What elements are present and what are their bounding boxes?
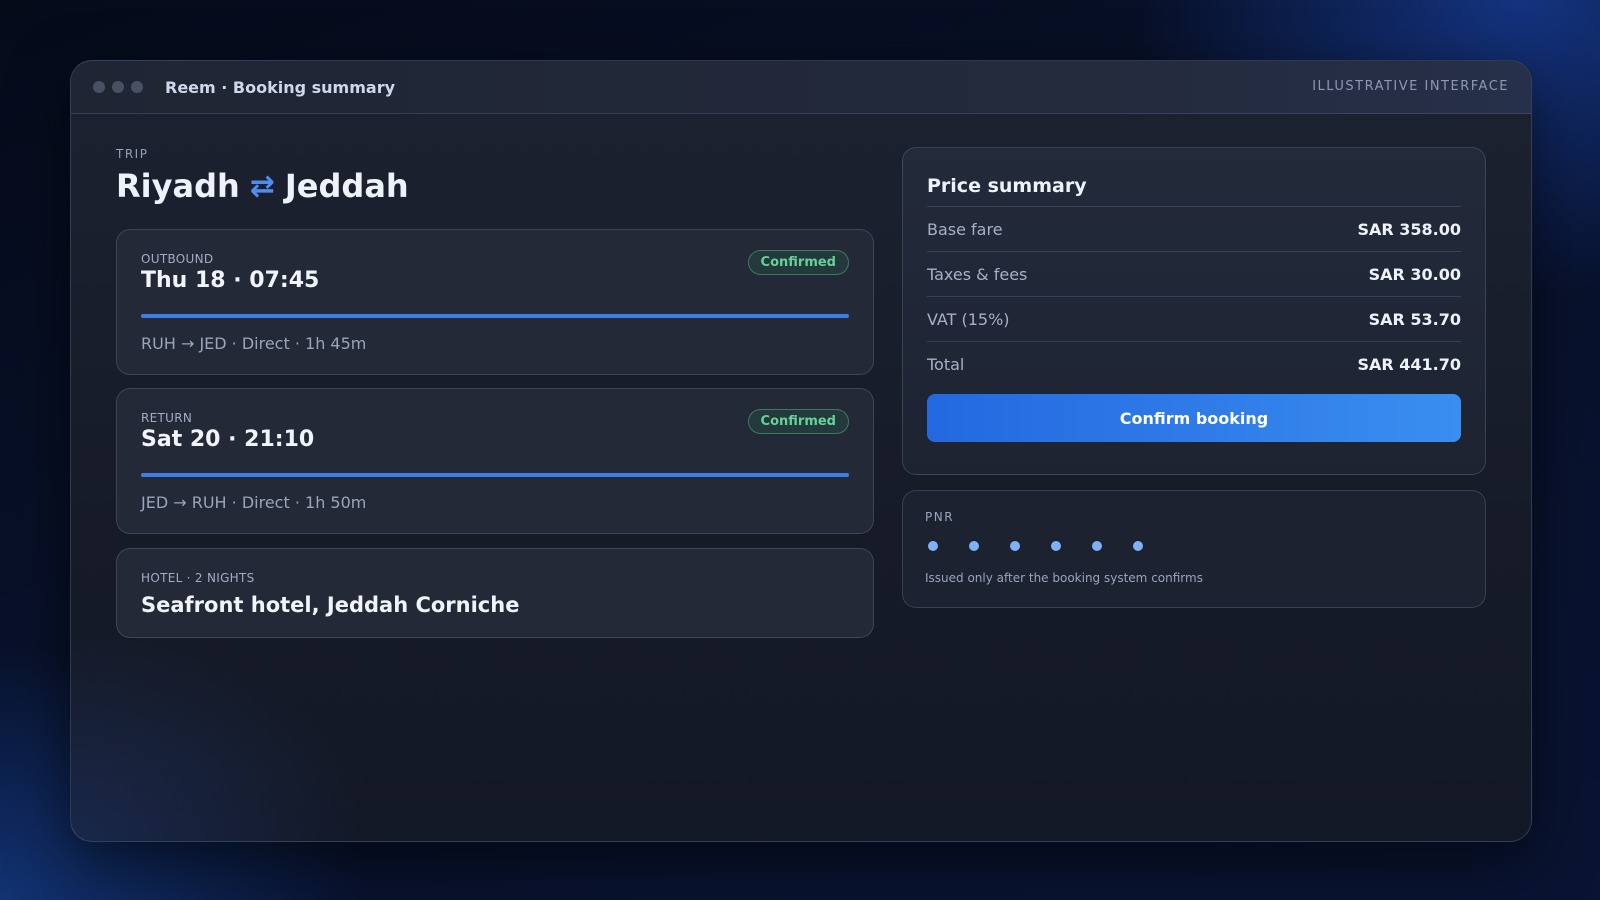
price-label: VAT (15%) (927, 309, 1010, 329)
price-value: SAR 441.70 (1357, 354, 1461, 374)
flight-progress-fill (141, 473, 849, 477)
return-flight-card[interactable]: RETURN Sat 20 · 21:10 Confirmed JED → RU… (116, 388, 874, 534)
price-rows: Base fare SAR 358.00 Taxes & fees SAR 30… (927, 206, 1461, 386)
flight-datetime: Thu 18 · 07:45 (141, 268, 320, 293)
price-row-taxes: Taxes & fees SAR 30.00 (927, 251, 1461, 296)
price-row-vat: VAT (15%) SAR 53.70 (927, 296, 1461, 341)
window-title: Reem · Booking summary (165, 77, 396, 97)
swap-arrows-icon: ⇄ (249, 168, 275, 204)
price-label: Base fare (927, 219, 1003, 239)
flight-progress-track (141, 473, 849, 477)
pnr-mask-dot (1092, 541, 1102, 551)
status-badge: Confirmed (747, 250, 849, 275)
trip-title: Riyadh ⇄ Jeddah (116, 167, 409, 205)
price-row-base-fare: Base fare SAR 358.00 (927, 206, 1461, 251)
flight-route: JED → RUH · Direct · 1h 50m (141, 493, 367, 512)
flight-progress-fill (141, 314, 849, 318)
price-value: SAR 53.70 (1368, 309, 1461, 329)
pnr-mask-dot (1133, 541, 1143, 551)
window-maximize-dot[interactable] (131, 81, 143, 93)
pnr-mask-dot (1051, 541, 1061, 551)
price-label: Taxes & fees (927, 264, 1028, 284)
hotel-card[interactable]: HOTEL · 2 NIGHTS Seafront hotel, Jeddah … (116, 548, 874, 638)
price-value: SAR 358.00 (1357, 219, 1461, 239)
price-row-total: Total SAR 441.70 (927, 341, 1461, 386)
hotel-name: Seafront hotel, Jeddah Corniche (141, 593, 520, 617)
window-close-dot[interactable] (93, 81, 105, 93)
hotel-kicker: HOTEL · 2 NIGHTS (141, 571, 255, 585)
window-controls (93, 81, 143, 93)
pnr-mask-dot (928, 541, 938, 551)
pnr-label: PNR (925, 510, 955, 524)
pnr-masked-code (928, 541, 1143, 551)
booking-window: Reem · Booking summary ILLUSTRATIVE INTE… (70, 60, 1532, 842)
pnr-note: Issued only after the booking system con… (925, 571, 1203, 585)
price-value: SAR 30.00 (1368, 264, 1461, 284)
title-bar: Reem · Booking summary ILLUSTRATIVE INTE… (71, 61, 1531, 114)
flight-kicker: OUTBOUND (141, 252, 214, 266)
flight-progress-track (141, 314, 849, 318)
confirm-booking-button[interactable]: Confirm booking (927, 394, 1461, 442)
pnr-panel: PNR Issued only after the booking system… (902, 490, 1486, 608)
pnr-mask-dot (969, 541, 979, 551)
flight-route: RUH → JED · Direct · 1h 45m (141, 334, 367, 353)
illustrative-tag: ILLUSTRATIVE INTERFACE (1312, 79, 1509, 94)
price-summary-title: Price summary (927, 175, 1087, 197)
trip-label: TRIP (116, 147, 149, 161)
flight-kicker: RETURN (141, 411, 193, 425)
flight-datetime: Sat 20 · 21:10 (141, 427, 315, 452)
pnr-mask-dot (1010, 541, 1020, 551)
window-minimize-dot[interactable] (112, 81, 124, 93)
trip-origin: Riyadh (116, 167, 240, 205)
outbound-flight-card[interactable]: OUTBOUND Thu 18 · 07:45 Confirmed RUH → … (116, 229, 874, 375)
trip-destination: Jeddah (284, 167, 409, 205)
price-summary-panel: Price summary Base fare SAR 358.00 Taxes… (902, 147, 1486, 475)
price-label: Total (927, 354, 965, 374)
status-badge: Confirmed (747, 409, 849, 434)
